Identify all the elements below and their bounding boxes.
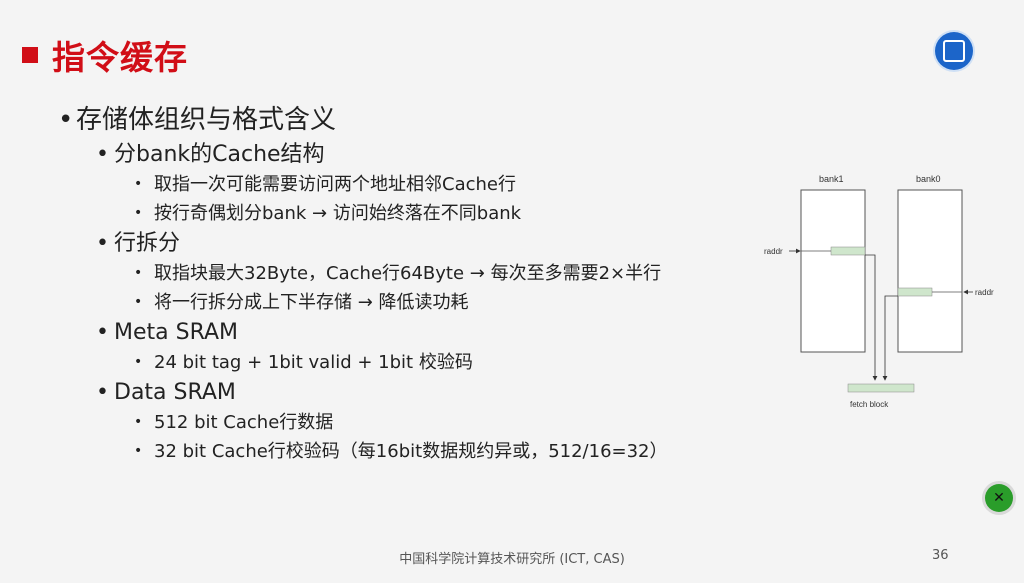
title-marker-square xyxy=(22,47,38,63)
bank-diagram: bank1 bank0 raddr raddr fetch block xyxy=(764,174,994,409)
close-button[interactable]: ✕ xyxy=(985,484,1013,512)
bullet-dot-icon: • xyxy=(96,320,109,345)
page-number: 36 xyxy=(932,548,949,563)
bank1-highlight-line xyxy=(830,246,866,256)
bullet-dot-icon: • xyxy=(134,265,143,281)
bullet-text: 行拆分 xyxy=(114,231,181,256)
bullet-dot-icon: • xyxy=(134,354,143,370)
slide-title: 指令缓存 xyxy=(52,38,188,77)
bank0-box xyxy=(897,189,963,353)
bullet-text: 存储体组织与格式含义 xyxy=(76,105,337,135)
bullet-level3: • 取指块最大32Byte，Cache行64Byte → 每次至多需要2×半行 xyxy=(134,259,778,288)
close-icon: ✕ xyxy=(993,490,1005,506)
bullet-dot-icon: • xyxy=(96,142,109,167)
bullet-text: 分bank的Cache结构 xyxy=(114,142,325,167)
slide: 指令缓存 • 存储体组织与格式含义 • 分bank的Cache结构 • 取指一次… xyxy=(0,0,1024,583)
bank1-to-fetch-arrow xyxy=(865,254,878,381)
bullet-list: • 存储体组织与格式含义 • 分bank的Cache结构 • 取指一次可能需要访… xyxy=(58,101,778,466)
bullet-dot-icon: • xyxy=(134,205,143,221)
bullet-text: Data SRAM xyxy=(114,380,236,405)
fetch-block-label: fetch block xyxy=(850,400,889,409)
bullet-dot-icon: • xyxy=(58,105,74,135)
bullet-level2: • Meta SRAM xyxy=(96,317,778,348)
bullet-dot-icon: • xyxy=(96,231,109,256)
slide-footer: 中国科学院计算技术研究所 (ICT, CAS) xyxy=(399,552,625,567)
bullet-text: 32 bit Cache行校验码（每16bit数据规约异或，512/16=32） xyxy=(154,441,668,462)
bank0-label: bank0 xyxy=(916,174,941,184)
bullet-dot-icon: • xyxy=(134,176,143,192)
bullet-text: 将一行拆分成上下半存储 → 降低读功耗 xyxy=(154,292,469,313)
bullet-level3: • 32 bit Cache行校验码（每16bit数据规约异或，512/16=3… xyxy=(134,437,778,466)
bullet-level1: • 存储体组织与格式含义 xyxy=(58,101,778,139)
bullet-text: 24 bit tag + 1bit valid + 1bit 校验码 xyxy=(154,352,473,373)
bullet-level2: • 行拆分 xyxy=(96,228,778,259)
pencil-square-icon xyxy=(943,40,965,62)
fetch-block-box xyxy=(847,383,915,393)
bullet-dot-icon: • xyxy=(96,380,109,405)
bullet-level3: • 24 bit tag + 1bit valid + 1bit 校验码 xyxy=(134,348,778,377)
bullet-text: 取指块最大32Byte，Cache行64Byte → 每次至多需要2×半行 xyxy=(154,263,662,284)
bank1-label: bank1 xyxy=(819,174,844,184)
bullet-dot-icon: • xyxy=(134,414,143,430)
raddr-left-label: raddr xyxy=(764,247,783,256)
slide-title-bar: 指令缓存 xyxy=(22,30,188,80)
classroom-logo-icon[interactable] xyxy=(935,32,973,70)
bullet-level3: • 512 bit Cache行数据 xyxy=(134,408,778,437)
bullet-text: 按行奇偶划分bank → 访问始终落在不同bank xyxy=(154,203,522,224)
bullet-dot-icon: • xyxy=(134,443,143,459)
bullet-text: Meta SRAM xyxy=(114,320,239,345)
bank1-box xyxy=(800,189,866,353)
bullet-level3: • 将一行拆分成上下半存储 → 降低读功耗 xyxy=(134,288,778,317)
bank0-highlight-line xyxy=(897,287,933,297)
bullet-level2: • Data SRAM xyxy=(96,377,778,408)
bullet-text: 512 bit Cache行数据 xyxy=(154,412,334,433)
bullet-level3: • 取指一次可能需要访问两个地址相邻Cache行 xyxy=(134,170,778,199)
bank0-to-fetch-arrow xyxy=(882,295,898,381)
bullet-dot-icon: • xyxy=(134,294,143,310)
bullet-level2: • 分bank的Cache结构 xyxy=(96,139,778,170)
raddr-right-label: raddr xyxy=(975,288,994,297)
bullet-level3: • 按行奇偶划分bank → 访问始终落在不同bank xyxy=(134,199,778,228)
bullet-text: 取指一次可能需要访问两个地址相邻Cache行 xyxy=(154,174,516,195)
